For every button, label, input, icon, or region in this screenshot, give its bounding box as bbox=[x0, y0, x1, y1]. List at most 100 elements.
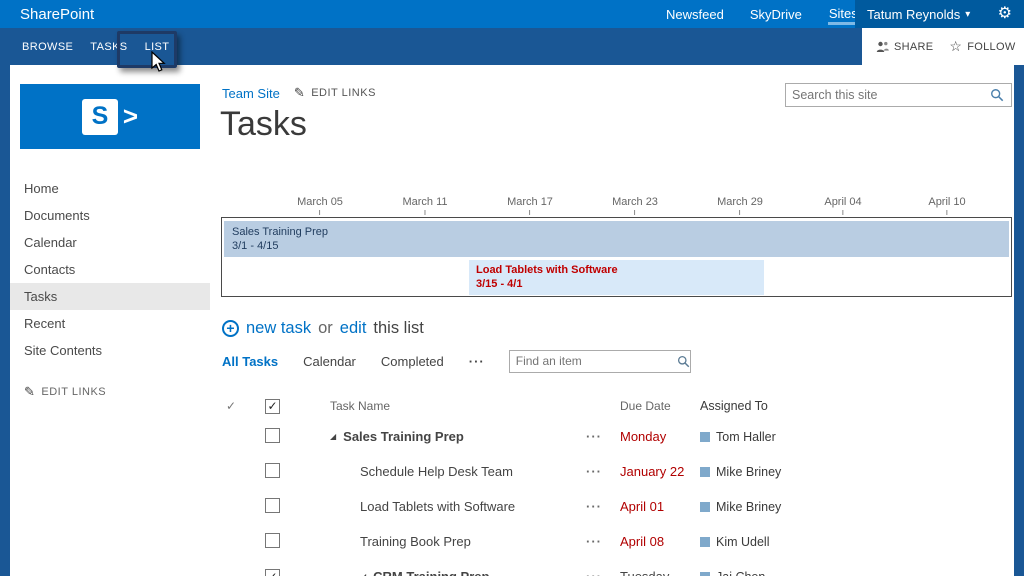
site-logo[interactable]: S > bbox=[20, 84, 200, 149]
search-input[interactable] bbox=[786, 88, 990, 102]
presence-icon bbox=[700, 536, 710, 547]
assigned-to[interactable]: Jai Chen bbox=[716, 570, 765, 576]
chevron-down-icon: ▾ bbox=[965, 8, 971, 20]
ribbon-tab-browse[interactable]: BROWSE bbox=[22, 41, 73, 53]
header-checkbox[interactable]: ✓ bbox=[265, 398, 280, 414]
task-ellipsis-menu[interactable]: ··· bbox=[576, 534, 612, 549]
timeline-date: April 04 bbox=[824, 196, 862, 215]
assigned-to[interactable]: Mike Briney bbox=[716, 500, 781, 514]
edit-links-label: EDIT LINKS bbox=[311, 87, 376, 99]
task-ellipsis-menu[interactable]: ··· bbox=[576, 429, 612, 444]
assigned-to[interactable]: Tom Haller bbox=[716, 430, 776, 444]
suite-link-newsfeed[interactable]: Newsfeed bbox=[666, 7, 724, 22]
sidebar: S > Home Documents Calendar Contacts Tas… bbox=[10, 65, 210, 576]
view-tab-calendar[interactable]: Calendar bbox=[303, 354, 356, 369]
team-site-link[interactable]: Team Site bbox=[222, 86, 280, 101]
tick-mark bbox=[529, 210, 531, 215]
row-checkbox[interactable]: ✓ bbox=[265, 569, 280, 576]
user-name-label: Tatum Reynolds bbox=[867, 6, 961, 22]
row-checkbox[interactable] bbox=[265, 532, 280, 548]
table-row[interactable]: Schedule Help Desk Team ··· January 22 M… bbox=[222, 454, 1002, 489]
presence-icon bbox=[700, 501, 710, 512]
mouse-cursor bbox=[151, 51, 166, 72]
due-date: April 01 bbox=[620, 499, 665, 514]
this-list-text: this list bbox=[373, 318, 424, 337]
find-item-input[interactable] bbox=[509, 354, 677, 368]
share-button[interactable]: SHARE bbox=[876, 41, 933, 53]
share-person-icon bbox=[876, 41, 889, 52]
task-ellipsis-menu[interactable]: ··· bbox=[576, 464, 612, 479]
sidebar-item-label: Documents bbox=[24, 208, 90, 223]
task-name-link[interactable]: Schedule Help Desk Team bbox=[360, 464, 513, 479]
pencil-icon: ✎ bbox=[24, 384, 36, 399]
sidebar-edit-links[interactable]: ✎ EDIT LINKS bbox=[24, 383, 106, 401]
suite-bar: SharePoint Newsfeed SkyDrive Sites Tatum… bbox=[0, 0, 1024, 28]
select-all-check[interactable]: ✓ bbox=[222, 399, 256, 413]
view-tab-all-tasks[interactable]: All Tasks bbox=[222, 354, 278, 369]
column-header-due-date[interactable]: Due Date bbox=[612, 399, 698, 413]
timeline-bar-title: Load Tablets with Software bbox=[476, 264, 618, 276]
sidebar-item-documents[interactable]: Documents bbox=[10, 202, 210, 229]
assigned-to[interactable]: Mike Briney bbox=[716, 465, 781, 479]
search-icon[interactable] bbox=[990, 88, 1004, 102]
column-header-assigned-to[interactable]: Assigned To bbox=[698, 399, 1002, 413]
sidebar-item-recent[interactable]: Recent bbox=[10, 310, 210, 337]
column-header-task-name[interactable]: Task Name bbox=[316, 399, 576, 413]
sidebar-item-tasks[interactable]: Tasks bbox=[10, 283, 210, 310]
view-tab-completed[interactable]: Completed bbox=[381, 354, 444, 369]
page-edit-links[interactable]: ✎ EDIT LINKS bbox=[294, 85, 376, 101]
suite-link-skydrive[interactable]: SkyDrive bbox=[750, 7, 802, 22]
sidebar-item-site-contents[interactable]: Site Contents bbox=[10, 337, 210, 364]
task-list: ✓ ✓ Task Name Due Date Assigned To ◢ Sal… bbox=[222, 393, 1002, 576]
sidebar-item-home[interactable]: Home bbox=[10, 175, 210, 202]
frame-strip-left bbox=[0, 65, 10, 576]
timeline-bar-title: Sales Training Prep bbox=[232, 226, 328, 238]
task-name-link[interactable]: Load Tablets with Software bbox=[360, 499, 515, 514]
tick-mark bbox=[424, 210, 426, 215]
view-more-menu[interactable]: ··· bbox=[469, 354, 485, 369]
ribbon-actions: SHARE ☆ FOLLOW bbox=[862, 28, 1024, 65]
sidebar-item-label: Home bbox=[24, 181, 59, 196]
task-name-link[interactable]: Training Book Prep bbox=[360, 534, 471, 549]
suite-links: Newsfeed SkyDrive Sites bbox=[666, 0, 859, 28]
main-content: Team Site ✎ EDIT LINKS Tasks March 05 Ma… bbox=[210, 65, 1014, 576]
assigned-to[interactable]: Kim Udell bbox=[716, 535, 770, 549]
site-search bbox=[785, 83, 1012, 107]
task-ellipsis-menu[interactable]: ··· bbox=[576, 499, 612, 514]
page-title: Tasks bbox=[220, 105, 307, 143]
sidebar-item-label: Contacts bbox=[24, 262, 76, 277]
follow-button[interactable]: ☆ FOLLOW bbox=[949, 38, 1015, 55]
table-row[interactable]: Load Tablets with Software ··· April 01 … bbox=[222, 489, 1002, 524]
row-checkbox[interactable] bbox=[265, 462, 280, 478]
user-menu[interactable]: Tatum Reynolds ▾ bbox=[867, 7, 970, 22]
sidebar-item-label: Calendar bbox=[24, 235, 77, 250]
presence-icon bbox=[700, 431, 710, 442]
expand-triangle-icon[interactable]: ◢ bbox=[330, 432, 336, 441]
check-icon: ✓ bbox=[267, 571, 277, 576]
task-name-link[interactable]: CRM Training Prep bbox=[373, 569, 489, 576]
pencil-icon: ✎ bbox=[293, 85, 306, 100]
frame-strip-right bbox=[1014, 65, 1024, 576]
sidebar-item-contacts[interactable]: Contacts bbox=[10, 256, 210, 283]
table-row[interactable]: ◢ Sales Training Prep ··· Monday Tom Hal… bbox=[222, 419, 1002, 454]
row-checkbox[interactable] bbox=[265, 427, 280, 443]
timeline: Sales Training Prep 3/1 - 4/15 Load Tabl… bbox=[221, 217, 1012, 297]
due-date: January 22 bbox=[620, 464, 685, 479]
task-ellipsis-menu[interactable]: ··· bbox=[576, 569, 612, 576]
star-icon: ☆ bbox=[949, 38, 963, 54]
due-date: April 08 bbox=[620, 534, 665, 549]
sidebar-item-calendar[interactable]: Calendar bbox=[10, 229, 210, 256]
row-checkbox[interactable] bbox=[265, 497, 280, 513]
table-row[interactable]: Training Book Prep ··· April 08 Kim Udel… bbox=[222, 524, 1002, 559]
search-icon[interactable] bbox=[677, 355, 690, 368]
timeline-bar-load-tablets[interactable]: Load Tablets with Software 3/15 - 4/1 bbox=[469, 260, 764, 295]
edit-list-link[interactable]: edit bbox=[340, 319, 367, 338]
new-task-link[interactable]: new task bbox=[246, 319, 311, 338]
timeline-bar-sales-training[interactable]: Sales Training Prep 3/1 - 4/15 bbox=[224, 221, 1009, 257]
gear-icon[interactable]: ⚙ bbox=[998, 6, 1012, 22]
logo-chevron-icon: > bbox=[122, 101, 139, 131]
table-row[interactable]: ✓ ◢ CRM Training Prep ··· Tuesday Jai Ch… bbox=[222, 559, 1002, 576]
expand-triangle-icon[interactable]: ◢ bbox=[360, 572, 366, 576]
timeline-date: March 17 bbox=[507, 196, 553, 215]
task-name-link[interactable]: Sales Training Prep bbox=[343, 429, 464, 444]
